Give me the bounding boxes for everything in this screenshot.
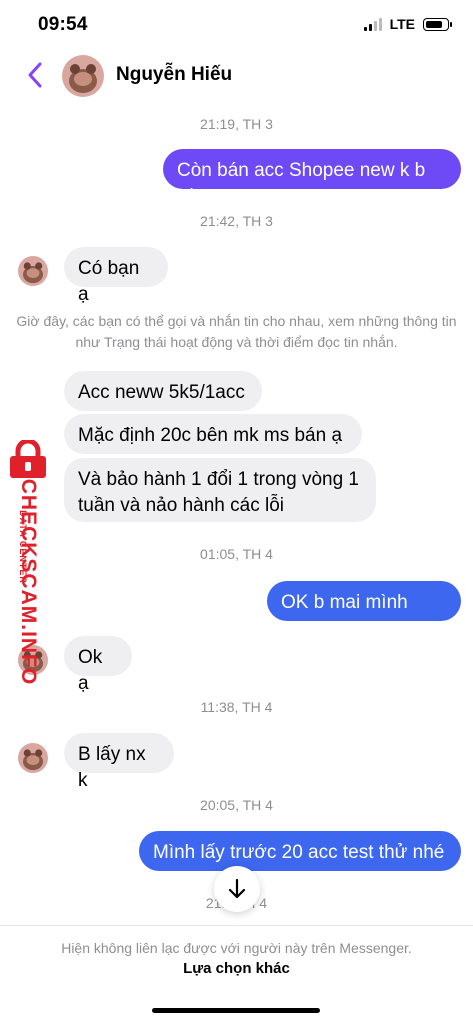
status-icons: LTE <box>363 16 452 32</box>
timestamp: 21:19, TH 3 <box>200 116 273 132</box>
other-options-link[interactable]: Lựa chọn khác <box>0 960 473 977</box>
outgoing-message[interactable]: Còn bán acc Shopee new k b ơi <box>163 149 461 207</box>
incoming-message[interactable]: Mặc định 20c bên mk ms bán ạ <box>64 414 362 454</box>
signal-icon <box>363 17 382 31</box>
timestamp: 11:38, TH 4 <box>200 699 273 715</box>
home-indicator[interactable] <box>152 1008 320 1013</box>
incoming-message[interactable]: Ok ạ <box>64 636 132 694</box>
timestamp: 21:42, TH 3 <box>200 213 273 229</box>
contact-name[interactable]: Nguyễn Hiếu <box>116 64 232 86</box>
system-note: Giờ đây, các bạn có thể gọi và nhắn tin … <box>16 313 457 350</box>
incoming-message[interactable]: B lấy nx k <box>64 733 174 791</box>
watermark-sub: DATA CENTER <box>18 510 28 584</box>
arrow-down-icon <box>228 878 246 899</box>
contact-avatar[interactable] <box>62 55 104 97</box>
network-label: LTE <box>389 16 415 32</box>
back-chevron-icon[interactable] <box>24 60 48 90</box>
outgoing-message[interactable]: OK b mai mình mua <box>267 581 461 639</box>
contact-avatar-small <box>18 743 48 773</box>
contact-avatar-small <box>18 256 48 286</box>
timestamp: 01:05, TH 4 <box>200 546 273 562</box>
incoming-message[interactable]: Có bạn ạ <box>64 247 168 305</box>
watermark: CHECKSCAM.INFO DATA CENTER <box>2 440 52 685</box>
status-time: 09:54 <box>38 14 88 35</box>
outgoing-message[interactable]: Mình lấy trước 20 acc test thử nhé <box>139 831 461 871</box>
footer-divider <box>0 925 473 926</box>
timestamp: 20:05, TH 4 <box>200 797 273 813</box>
incoming-message[interactable]: Và bảo hành 1 đổi 1 trong vòng 1 tuần và… <box>64 458 376 522</box>
battery-icon <box>423 17 452 31</box>
scroll-down-button[interactable] <box>214 866 260 912</box>
footer-note: Hiện không liên lạc được với người này t… <box>61 940 412 956</box>
incoming-message[interactable]: Acc neww 5k5/1acc <box>64 371 262 411</box>
